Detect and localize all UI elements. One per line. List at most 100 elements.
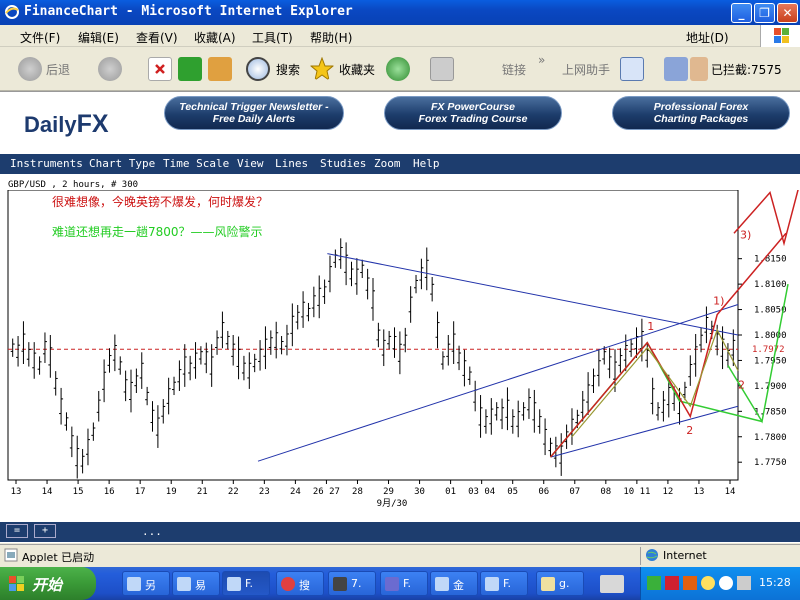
menu-tools[interactable]: 工具(T)	[252, 29, 293, 46]
taskbar-item-7[interactable]: 金	[430, 571, 478, 596]
back-arrow-icon	[18, 57, 42, 81]
chart-menu-studies[interactable]: Studies	[320, 157, 366, 170]
chart-menu-instruments[interactable]: Instruments	[10, 157, 83, 170]
clock-app-icon[interactable]	[719, 576, 733, 590]
menu-help[interactable]: 帮助(H)	[310, 29, 352, 46]
x-tick-label: 07	[569, 487, 580, 497]
taskbar-item-5[interactable]: 7.	[328, 571, 376, 596]
links-button[interactable]: 链接 »	[502, 53, 552, 85]
charting-packages-link[interactable]: Professional Forex Charting Packages	[612, 96, 790, 130]
media-button[interactable]	[386, 53, 414, 85]
price-chart[interactable]: 1.81501.81001.80501.80001.79501.79001.78…	[0, 190, 800, 520]
powercourse-line1: FX PowerCourse	[430, 101, 516, 113]
back-button[interactable]: 后退	[18, 53, 88, 85]
taskbar-item-9[interactable]: g.	[536, 571, 584, 596]
globe-icon	[646, 549, 658, 561]
taskbar-item-1-label: 另	[145, 579, 156, 592]
chart-menu-chart-type[interactable]: Chart Type	[89, 157, 155, 170]
close-button[interactable]: ✕	[777, 3, 798, 23]
ie-icon	[227, 577, 241, 591]
menu-file[interactable]: 文件(F)	[20, 29, 60, 46]
stop-icon	[148, 57, 172, 81]
chart-menu-lines[interactable]: Lines	[275, 157, 308, 170]
chart-menu-zoom[interactable]: Zoom	[374, 157, 401, 170]
chart-plus-button[interactable]: +	[34, 524, 56, 538]
y-tick-label: 1.8000	[754, 331, 787, 341]
taskbar-item-6[interactable]: F.	[380, 571, 428, 596]
search-button[interactable]: 搜索	[246, 53, 306, 85]
taskbar-item-3[interactable]: F.	[222, 571, 270, 596]
internet-assistant-label: 上网助手	[562, 63, 611, 77]
favorites-button[interactable]: 收藏夹	[310, 53, 380, 85]
zone-label: Internet	[663, 549, 707, 562]
forward-button[interactable]	[98, 53, 138, 85]
wave-label: 1	[647, 320, 654, 333]
chart-footer: = + ...	[0, 522, 800, 542]
x-tick-label: 30	[414, 487, 425, 497]
wave-label: 2	[686, 424, 693, 437]
chart-menu-time-scale[interactable]: Time Scale	[163, 157, 229, 170]
ie-icon	[127, 577, 141, 591]
x-tick-label: 13	[11, 487, 22, 497]
status-bar: Applet 已启动 Internet	[0, 544, 800, 566]
network-icon[interactable]	[647, 576, 661, 590]
dailyfx-logo[interactable]: DailyFX	[24, 110, 109, 139]
x-tick-label: 19	[166, 487, 177, 497]
k-app-icon[interactable]	[683, 576, 697, 590]
popup-blocker-button[interactable]: 已拦截:7575	[690, 53, 800, 85]
maximize-button[interactable]: ❐	[754, 3, 775, 23]
history-button[interactable]	[430, 53, 470, 85]
start-label: 开始	[32, 577, 63, 594]
favorites-label: 收藏夹	[339, 63, 376, 77]
volume-icon[interactable]	[737, 576, 751, 590]
tip-icon[interactable]	[701, 576, 715, 590]
security-zone[interactable]: Internet	[640, 547, 800, 565]
charting-packages-line2: Charting Packages	[653, 113, 749, 125]
home-button[interactable]	[208, 53, 236, 85]
chart-menu-view[interactable]: View	[237, 157, 264, 170]
y-tick-label: 1.7900	[754, 382, 787, 392]
links-label: 链接	[502, 63, 527, 77]
chart-minus-button[interactable]: =	[6, 524, 28, 538]
taskbar-item-4[interactable]: 搜	[276, 571, 324, 596]
refresh-button[interactable]	[178, 53, 202, 85]
start-button[interactable]: 开始	[0, 567, 96, 600]
keyboard-icon[interactable]	[600, 575, 624, 593]
chart-menu-help[interactable]: Help	[413, 157, 440, 170]
ie-icon	[485, 577, 499, 591]
wave-label: 1)	[713, 294, 724, 307]
x-tick-label: 14	[725, 487, 736, 497]
newsletter-link[interactable]: Technical Trigger Newsletter - Free Dail…	[164, 96, 344, 130]
menu-bar: 文件(F) 编辑(E) 查看(V) 收藏(A) 工具(T) 帮助(H) 地址(D…	[0, 25, 800, 47]
taskbar-item-4-label: 搜	[299, 579, 310, 592]
annotation-red: 很难想像，今晚英镑不爆发，何时爆发？	[52, 194, 268, 209]
internet-assistant-button[interactable]: 上网助手	[562, 53, 622, 85]
x-tick-label: 21	[197, 487, 208, 497]
print-button[interactable]	[664, 53, 688, 85]
system-tray: 15:28	[640, 567, 800, 600]
ie-icon	[177, 577, 191, 591]
y-tick-label: 1.7800	[754, 433, 787, 443]
menu-favorites[interactable]: 收藏(A)	[194, 29, 236, 46]
menu-view[interactable]: 查看(V)	[136, 29, 178, 46]
taskbar-item-1[interactable]: 另	[122, 571, 170, 596]
no-entry-icon	[281, 577, 295, 591]
stop-button[interactable]	[148, 53, 172, 85]
address-label[interactable]: 地址(D)	[686, 29, 729, 46]
y-tick-label: 1.8150	[754, 255, 787, 265]
x-tick-label: 23	[259, 487, 270, 497]
x-tick-label: 03 04	[468, 487, 495, 497]
mail-button[interactable]	[620, 53, 660, 85]
x-sublabel: 9月/30	[377, 498, 408, 509]
taskbar-item-2[interactable]: 易	[172, 571, 220, 596]
taskbar-item-7-label: 金	[453, 579, 464, 592]
applet-icon	[4, 548, 18, 562]
newsletter-line1: Technical Trigger Newsletter -	[179, 101, 329, 113]
minimize-button[interactable]: _	[731, 3, 752, 23]
taskbar-item-8[interactable]: F.	[480, 571, 528, 596]
powercourse-link[interactable]: FX PowerCourse Forex Trading Course	[384, 96, 562, 130]
antivirus-icon[interactable]	[665, 576, 679, 590]
title-bar: FinanceChart - Microsoft Internet Explor…	[0, 0, 800, 25]
menu-edit[interactable]: 编辑(E)	[78, 29, 119, 46]
ie-icon	[5, 5, 19, 19]
